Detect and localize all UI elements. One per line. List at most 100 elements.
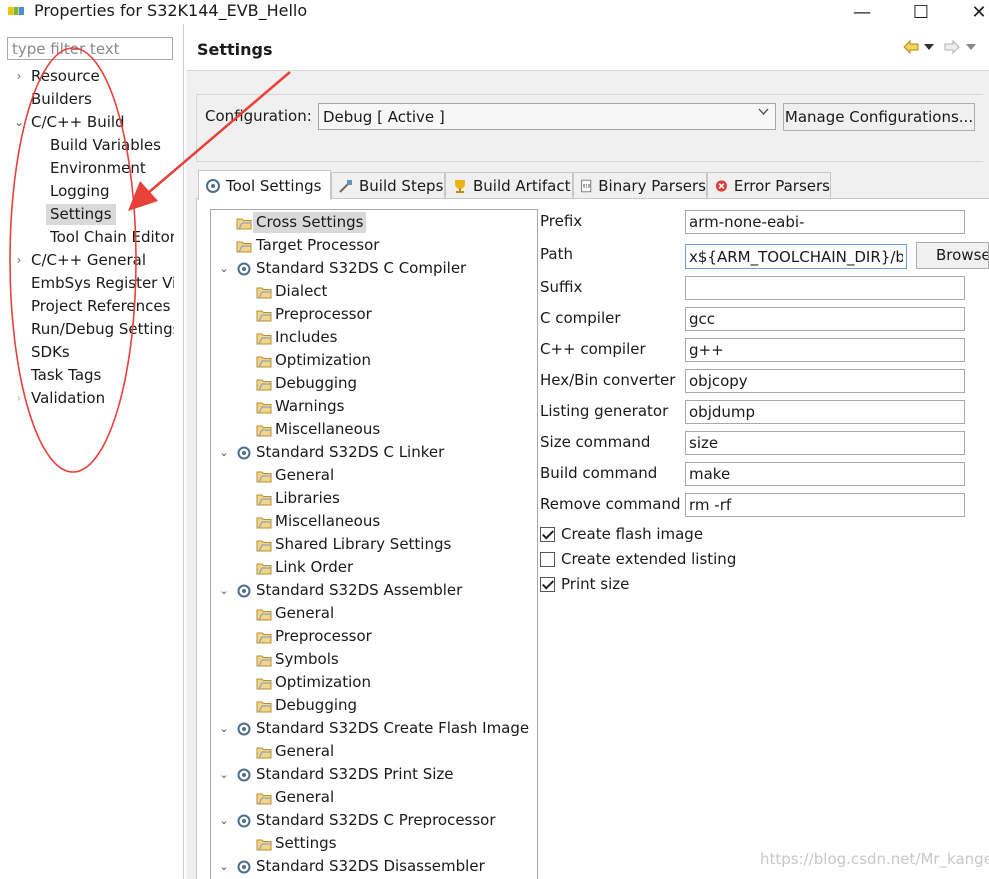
tree-item[interactable]: Preprocessor — [275, 304, 372, 325]
option-folder-icon — [256, 609, 272, 621]
expand-arrow-icon[interactable]: › — [14, 66, 24, 87]
tree-item[interactable]: Standard S32DS Create Flash Image — [256, 718, 529, 739]
collapse-arrow-icon[interactable]: ⌄ — [219, 810, 229, 831]
tree-item[interactable]: Debugging — [275, 373, 357, 394]
create-flash-image-checkbox[interactable] — [540, 526, 555, 542]
create-extended-listing-checkbox-row[interactable]: Create extended listing — [540, 549, 736, 569]
collapse-arrow-icon[interactable]: ⌄ — [219, 258, 229, 279]
size-command-input[interactable] — [685, 431, 965, 455]
listing-generator-input[interactable] — [685, 400, 965, 424]
collapse-arrow-icon[interactable]: ⌄ — [14, 112, 24, 133]
option-folder-icon — [256, 632, 272, 644]
tab-error-parsers[interactable]: Error Parsers — [707, 172, 831, 198]
collapse-arrow-icon[interactable]: ⌄ — [219, 442, 229, 463]
option-folder-icon — [256, 494, 272, 506]
nav-item-build-variables[interactable]: Build Variables — [50, 135, 161, 156]
listing-generator-label: Listing generator — [540, 402, 669, 420]
maximize-button[interactable]: ☐ — [898, 0, 944, 24]
tree-item[interactable]: Shared Library Settings — [275, 534, 451, 555]
nav-item-run-debug-settings[interactable]: Run/Debug Settings — [31, 319, 174, 340]
collapse-arrow-icon[interactable]: ⌄ — [219, 856, 229, 877]
expand-arrow-icon[interactable]: › — [14, 388, 24, 409]
tree-item[interactable]: General — [275, 465, 334, 486]
tree-item[interactable]: Miscellaneous — [275, 419, 380, 440]
tab-tool-settings[interactable]: Tool Settings — [198, 170, 331, 200]
nav-item-resource[interactable]: Resource — [31, 66, 100, 87]
nav-item-tool-chain-editor[interactable]: Tool Chain Editor — [50, 227, 174, 248]
nav-item-cpp-general[interactable]: C/C++ General — [31, 250, 146, 271]
tree-item[interactable]: Warnings — [275, 396, 345, 417]
tree-item[interactable]: Standard S32DS C Compiler — [256, 258, 466, 279]
tree-item[interactable]: Preprocessor — [275, 626, 372, 647]
browse-button[interactable]: Browse... — [916, 242, 989, 269]
nav-item-validation[interactable]: Validation — [31, 388, 105, 409]
tree-item[interactable]: Symbols — [275, 649, 339, 670]
configuration-select[interactable]: Debug [ Active ] — [318, 103, 776, 130]
tree-item[interactable]: Standard S32DS Assembler — [256, 580, 462, 601]
c-compiler-input[interactable] — [685, 307, 965, 331]
option-folder-icon — [256, 540, 272, 552]
tab-label: Build Artifact — [473, 176, 571, 195]
close-button[interactable]: ✕ — [956, 0, 989, 24]
nav-item-sdks[interactable]: SDKs — [31, 342, 70, 363]
nav-item-environment[interactable]: Environment — [50, 158, 146, 179]
tree-item[interactable]: Dialect — [275, 281, 327, 302]
create-flash-image-checkbox-row[interactable]: Create flash image — [540, 524, 703, 544]
back-menu-chevron-icon[interactable] — [924, 44, 934, 50]
collapse-arrow-icon[interactable]: ⌄ — [219, 580, 229, 601]
tree-item[interactable]: Debugging — [275, 695, 357, 716]
tab-build-steps[interactable]: Build Steps — [331, 172, 445, 198]
tab-binary-parsers[interactable]: 010 Binary Parsers — [573, 172, 707, 198]
collapse-arrow-icon[interactable]: ⌄ — [219, 764, 229, 785]
nav-item-builders[interactable]: Builders — [31, 89, 92, 110]
tree-item[interactable]: General — [275, 741, 334, 762]
tree-item[interactable]: Settings — [275, 833, 337, 854]
tree-item[interactable]: Libraries — [275, 488, 340, 509]
tool-gear-icon — [237, 860, 251, 874]
tab-build-artifact[interactable]: Build Artifact — [445, 172, 573, 198]
create-extended-listing-checkbox[interactable] — [540, 551, 555, 567]
forward-arrow-icon[interactable] — [944, 40, 960, 54]
tree-item[interactable]: Target Processor — [256, 235, 379, 256]
print-size-checkbox[interactable] — [540, 576, 555, 592]
nav-item-task-tags[interactable]: Task Tags — [31, 365, 101, 386]
manage-configurations-button[interactable]: Manage Configurations... — [783, 103, 975, 131]
option-folder-icon — [256, 310, 272, 322]
path-input[interactable] — [685, 244, 907, 269]
tool-gear-icon — [237, 446, 251, 460]
nav-item-cpp-build[interactable]: C/C++ Build — [31, 112, 125, 133]
tree-item[interactable]: Standard S32DS C Preprocessor — [256, 810, 496, 831]
hex-bin-converter-input[interactable] — [685, 369, 965, 393]
print-size-checkbox-row[interactable]: Print size — [540, 574, 629, 594]
filter-input[interactable] — [7, 37, 173, 60]
size-command-label: Size command — [540, 433, 651, 451]
cpp-compiler-input[interactable] — [685, 338, 965, 362]
tree-item[interactable]: Standard S32DS Print Size — [256, 764, 454, 785]
tree-item[interactable]: Optimization — [275, 672, 371, 693]
nav-item-embsys-register-view[interactable]: EmbSys Register View — [31, 273, 174, 294]
tab-label: Binary Parsers — [598, 176, 706, 195]
back-arrow-icon[interactable] — [903, 40, 919, 54]
tree-item[interactable]: General — [275, 787, 334, 808]
tree-item[interactable]: Miscellaneous — [275, 511, 380, 532]
build-command-input[interactable] — [685, 462, 965, 486]
expand-arrow-icon[interactable]: › — [14, 250, 24, 271]
tree-item[interactable]: Includes — [275, 327, 337, 348]
prefix-input[interactable] — [685, 210, 965, 234]
tree-item[interactable]: Cross Settings — [253, 212, 367, 233]
app-logo-icon — [8, 7, 24, 15]
minimize-button[interactable]: — — [839, 0, 885, 24]
nav-item-settings[interactable]: Settings — [46, 204, 116, 225]
forward-menu-chevron-icon[interactable] — [966, 44, 976, 50]
nav-item-logging[interactable]: Logging — [50, 181, 110, 202]
tree-item[interactable]: Standard S32DS C Linker — [256, 442, 444, 463]
tree-item[interactable]: Link Order — [275, 557, 353, 578]
remove-command-input[interactable] — [685, 493, 965, 517]
suffix-input[interactable] — [685, 276, 965, 300]
tab-label: Error Parsers — [733, 176, 830, 195]
collapse-arrow-icon[interactable]: ⌄ — [219, 718, 229, 739]
tree-item[interactable]: Standard S32DS Disassembler — [256, 856, 485, 877]
tree-item[interactable]: General — [275, 603, 334, 624]
tree-item[interactable]: Optimization — [275, 350, 371, 371]
nav-item-project-references[interactable]: Project References — [31, 296, 170, 317]
